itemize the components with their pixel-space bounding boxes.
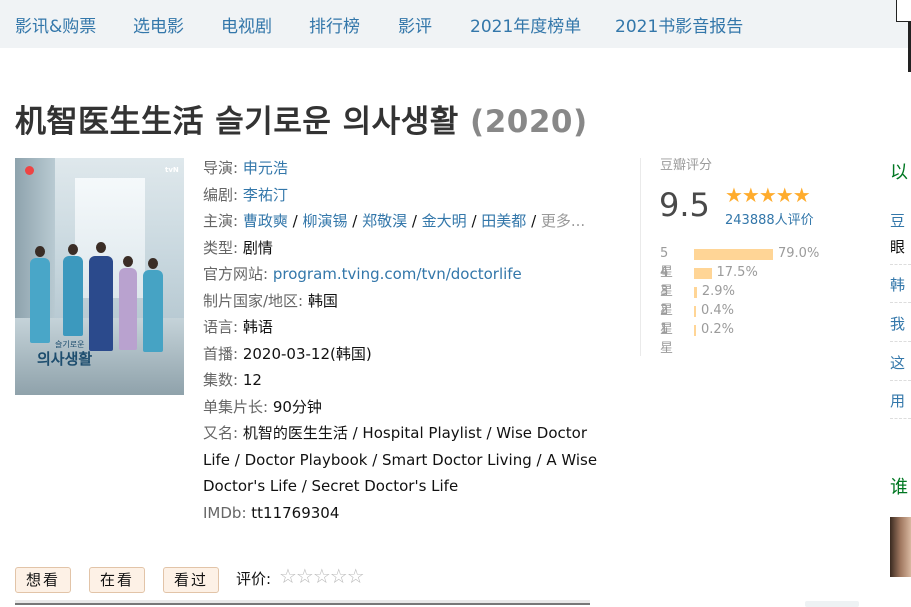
poster-figure [63,256,83,336]
side-heading: 谁 [890,477,908,498]
poster-figure [30,258,50,343]
info-runtime: 单集片长: 90分钟 [203,397,322,416]
poster-brand: tvN [165,166,179,174]
rating-score: 9.5 [659,186,710,224]
info-episodes: 集数: 12 [203,371,262,389]
info-cast: 主演: 曹政奭 / 柳演锡 / 郑敬淏 / 金大明 / 田美都 / 更多... [203,212,586,230]
side-link[interactable]: 韩 [890,274,905,295]
poster-logo-icon [25,166,34,175]
rating-dist-percent: 17.5% [716,265,758,280]
rating-dist-label: 1星 [660,322,674,356]
rating-stars-icon: ★★★★★ [725,183,811,207]
side-avatar-image[interactable] [890,517,911,577]
nav-item-annual-report[interactable]: 2021书影音报告 [615,12,743,37]
info-writer: 编剧: 李祐汀 [203,185,288,204]
title-name: 机智医生生活 슬기로운 의사생활 [15,104,459,140]
top-nav: 影讯&购票 选电影 电视剧 排行榜 影评 2021年度榜单 2021书影音报告 [0,0,911,48]
rating-dist-percent: 2.9% [701,284,735,299]
rating-dist-bar [694,287,697,298]
title-year: (2020) [470,104,588,140]
info-language: 语言: 韩语 [203,318,273,336]
poster-image[interactable]: tvN 슬기로운 의사생활 [15,158,184,395]
writer-link[interactable]: 李祐汀 [243,186,288,204]
poster-figure-head [96,242,106,253]
poster-figure [143,270,163,352]
rating-dist-percent: 0.2% [701,322,735,337]
page-title: 机智医生生活 슬기로운 의사생활 (2020) [15,96,588,141]
rating-dist-bar [694,268,712,279]
side-text: 眼 [890,238,906,256]
rating-label: 豆瓣评分 [660,158,713,173]
side-divider [890,302,911,303]
info-country: 制片国家/地区: 韩国 [203,291,338,310]
section-divider [15,603,590,605]
official-site-link[interactable]: program.tving.com/tvn/doctorlife [273,265,522,283]
poster-figure-head [123,256,133,267]
side-divider [890,264,911,265]
side-link[interactable]: 这 [890,352,905,373]
cast-link[interactable]: 郑敬淏 [362,212,407,230]
side-divider [890,341,911,342]
side-link[interactable]: 我 [890,313,905,334]
nav-item-choose-movie[interactable]: 选电影 [133,12,184,37]
side-heading: 以 [890,162,908,183]
side-panel-edge [805,601,859,607]
watching-button[interactable]: 在看 [89,567,146,593]
cast-link[interactable]: 曹政奭 [243,212,288,230]
cast-link[interactable]: 柳演锡 [302,212,347,230]
poster-figure-head [35,246,45,257]
poster-title: 의사생활 [37,350,93,368]
info-director: 导演: 申元浩 [203,159,288,177]
want-to-watch-button[interactable]: 想看 [15,567,72,593]
side-link[interactable]: 豆 [890,210,905,231]
window-scroll-handle[interactable] [896,0,911,22]
rating-dist-percent: 0.4% [701,303,735,318]
poster-figure-head [148,258,158,269]
nav-item-annual-list[interactable]: 2021年度榜单 [470,12,581,37]
cast-link[interactable]: 田美都 [481,212,526,230]
info-imdb: IMDb: tt11769304 [203,503,340,522]
side-divider [890,418,911,419]
nav-item-tv[interactable]: 电视剧 [221,12,272,37]
cast-link[interactable]: 金大明 [422,212,467,230]
side-link[interactable]: 用 [890,390,905,411]
rating-dist-percent: 79.0% [778,246,820,261]
rating-divider [640,158,641,356]
poster-figure [119,268,137,350]
info-premiere: 首播: 2020-03-12(韩国) [203,344,372,363]
side-divider [890,380,911,381]
info-genre: 类型: 剧情 [203,238,273,257]
rate-stars-input[interactable]: ☆☆☆☆☆ [279,564,365,588]
rating-dist-bar [694,249,773,260]
poster-figure [89,256,113,351]
rate-label: 评价: [236,570,272,588]
director-link[interactable]: 申元浩 [243,159,288,177]
subject-info: 导演: 申元浩 编剧: 李祐汀 主演: 曹政奭 / 柳演锡 / 郑敬淏 / 金大… [203,155,613,526]
info-aka: 又名: 机智的医生生活 / Hospital Playlist / Wise D… [203,424,598,495]
watched-button[interactable]: 看过 [163,567,220,593]
nav-item-tickets[interactable]: 影讯&购票 [15,12,96,37]
cast-more-link[interactable]: 更多... [541,212,585,230]
nav-item-rankings[interactable]: 排行榜 [309,12,360,37]
rating-dist-bar [694,325,696,336]
rating-dist-bar [694,306,696,317]
nav-item-reviews[interactable]: 影评 [398,12,432,37]
info-site: 官方网站: program.tving.com/tvn/doctorlife [203,265,522,283]
poster-figure-head [68,244,78,255]
rating-votes-link[interactable]: 243888人评价 [725,209,814,228]
